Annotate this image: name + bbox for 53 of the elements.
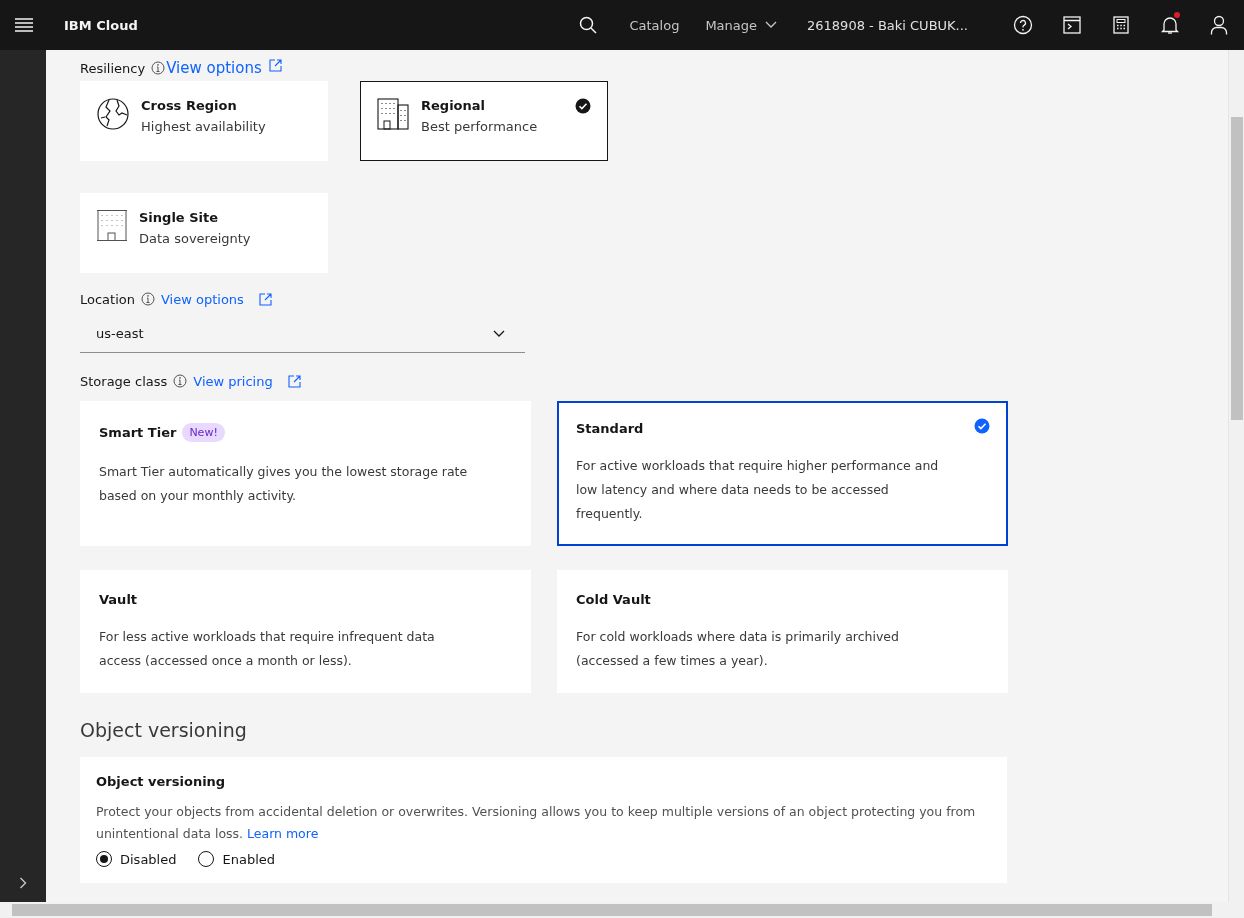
view-options-link[interactable]: View options — [161, 291, 244, 307]
radio-option[interactable]: Disabled — [96, 851, 177, 867]
brand-name[interactable]: IBM Cloud — [64, 17, 138, 33]
storage-class-tile[interactable]: Standard For active workloads that require higher performance and low latency and where data needs to be accessed frequently. — [557, 401, 1008, 546]
external-link-icon[interactable] — [268, 58, 282, 72]
external-link-icon[interactable] — [287, 374, 301, 388]
resiliency-label: Resiliency — [80, 60, 146, 76]
radio-option[interactable]: Enabled — [198, 851, 276, 867]
tile-subtitle: Data sovereignty — [139, 231, 251, 246]
checkmark-icon — [575, 98, 591, 114]
tile-description: Smart Tier automatically gives you the lowest storage rate based on your monthly activity. — [99, 463, 469, 505]
view-pricing-link[interactable]: View pricing — [193, 373, 273, 389]
chevron-down-icon — [493, 329, 505, 338]
buildings-icon — [377, 98, 409, 130]
resiliency-tile[interactable]: Regional Best performance — [360, 81, 608, 161]
section-heading: Object versioning — [80, 719, 248, 741]
location-dropdown[interactable]: us-east — [80, 315, 525, 353]
tile-title: Vault — [99, 592, 138, 607]
nav-link[interactable]: Catalog — [629, 17, 680, 33]
account-switcher[interactable]: 2618908 - Baki CUBUK... — [807, 17, 968, 33]
bell-icon — [1160, 15, 1180, 35]
tile-subtitle: Highest availability — [141, 119, 266, 134]
learn-more-link[interactable]: Learn more — [247, 826, 319, 841]
card-title: Object versioning — [96, 774, 227, 789]
tile-title: Standard — [576, 421, 644, 436]
new-badge: New! — [182, 423, 225, 442]
external-link-icon[interactable] — [258, 292, 272, 306]
globe-icon — [97, 98, 129, 130]
storage-class-tile[interactable]: Vault For less active workloads that require infrequent data access (accessed once a month or less). — [80, 570, 531, 693]
checkmark-icon — [974, 418, 990, 434]
nav-link[interactable]: Manage — [705, 17, 778, 33]
building-icon — [97, 210, 127, 241]
location-label: Location — [80, 291, 135, 307]
tile-title: Single Site — [139, 210, 220, 225]
tile-title: Regional — [421, 98, 486, 113]
tile-title: Cross Region — [141, 98, 238, 113]
caret-icon — [765, 21, 778, 29]
tile-description: For active workloads that require higher performance and low latency and where data needs to be accessed frequently. — [576, 457, 940, 523]
tile-title: Cold Vault — [576, 592, 651, 607]
tile-description: For less active workloads that require infrequent data access (accessed once a month or less). — [99, 628, 436, 670]
resiliency-tile[interactable]: Cross Region Highest availability — [80, 81, 328, 161]
card-description: Protect your objects from accidental deletion or overwrites. Versioning allows you to keep multiple versions of an object protecting you from unintentional data loss. Learn more — [96, 803, 976, 843]
resiliency-tile[interactable]: Single Site Data sovereignty — [80, 193, 328, 273]
tile-subtitle: Best performance — [421, 119, 538, 134]
info-icon — [151, 61, 166, 75]
info-icon — [173, 374, 188, 388]
info-icon — [141, 292, 155, 306]
storage-class-tile[interactable]: Cold Vault For cold workloads where data is primarily archived (accessed a few times a year). — [557, 570, 1008, 693]
storage-class-tile[interactable]: Smart Tier New! Smart Tier automatically gives you the lowest storage rate based on your monthly activity. — [80, 401, 531, 546]
view-options-link[interactable]: View options — [166, 59, 262, 77]
tile-description: For cold workloads where data is primarily archived (accessed a few times a year). — [576, 628, 900, 670]
storage-class-label: Storage class — [80, 373, 168, 389]
tile-title: Smart Tier — [99, 425, 177, 440]
